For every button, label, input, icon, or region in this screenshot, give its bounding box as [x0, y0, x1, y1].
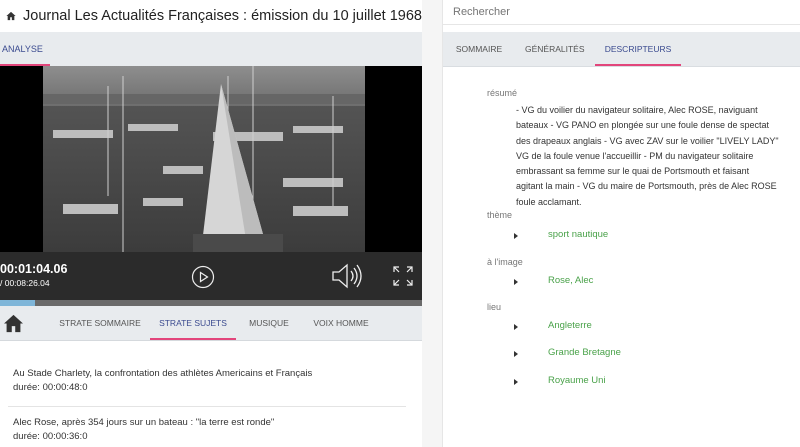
resume-text: - VG du voilier du navigateur solitaire,… [516, 103, 800, 210]
lieu-label: lieu [487, 302, 502, 312]
bullet-icon [514, 379, 518, 385]
image-label: à l'image [487, 257, 523, 267]
right-panel: SOMMAIRE GÉNÉRALITÉS DESCRIPTEURS résumé… [442, 0, 800, 447]
term-link[interactable]: Royaume Uni [548, 375, 606, 386]
tab-sommaire[interactable]: SOMMAIRE [451, 32, 507, 66]
divider [8, 406, 406, 407]
tab-strate-sujets[interactable]: STRATE SUJETS [150, 306, 236, 340]
tab-analyse[interactable]: ANALYSE [0, 32, 50, 66]
video-frame [43, 66, 365, 252]
resume-label: résumé [487, 88, 518, 98]
theme-label: thème [487, 210, 513, 220]
volume-icon[interactable] [331, 262, 365, 290]
term-link[interactable]: sport nautique [548, 229, 608, 240]
tab-musique[interactable]: MUSIQUE [245, 306, 293, 340]
strate-tab-bar: STRATE SOMMAIRE STRATE SUJETS MUSIQUE VO… [0, 306, 422, 341]
page-title: Journal Les Actualités Françaises : émis… [23, 8, 422, 24]
resume-line: bateaux - VG PANO en plongée sur une fou… [516, 120, 769, 131]
search-bar [443, 0, 800, 25]
tab-generalites[interactable]: GÉNÉRALITÉS [525, 32, 585, 66]
current-time: 00:01:04.06 [0, 262, 68, 276]
list-item[interactable]: Au Stade Charlety, la confrontation des … [13, 368, 312, 393]
tab-descripteurs[interactable]: DESCRIPTEURS [595, 32, 681, 66]
title-bar: Journal Les Actualités Françaises : émis… [0, 0, 422, 32]
resume-line: VG de la foule venue l'accueillir - PM d… [516, 150, 754, 161]
subject-duration: durée: 00:00:36:0 [13, 431, 88, 442]
left-tab-bar: ANALYSE [0, 32, 422, 67]
resume-line: agitant la main - VG du maire de Portsmo… [516, 181, 777, 192]
panel-gutter [422, 0, 442, 447]
bullet-icon [514, 233, 518, 239]
resume-line: - VG du voilier du navigateur solitaire,… [516, 105, 758, 115]
bullet-icon [514, 351, 518, 357]
resume-line: embrassant sa femme sur le quai de Ports… [516, 166, 750, 177]
left-panel: Journal Les Actualités Françaises : émis… [0, 0, 422, 447]
resume-line: foule acclamant. [516, 196, 582, 207]
term-link[interactable]: Angleterre [548, 320, 592, 331]
term-link[interactable]: Grande Bretagne [548, 347, 621, 358]
play-icon[interactable] [191, 265, 215, 289]
right-tab-bar: SOMMAIRE GÉNÉRALITÉS DESCRIPTEURS [443, 32, 800, 67]
player-controls: 00:01:04.06 / 00:08:26.04 [0, 252, 422, 300]
fullscreen-icon[interactable] [392, 265, 414, 287]
bullet-icon [514, 324, 518, 330]
bullet-icon [514, 279, 518, 285]
home-icon[interactable] [6, 5, 16, 27]
video-player[interactable] [0, 66, 422, 252]
search-input[interactable] [451, 5, 755, 19]
total-time: / 00:08:26.04 [0, 278, 50, 288]
tab-voix-homme[interactable]: VOIX HOMME [306, 306, 376, 340]
tab-strate-sommaire[interactable]: STRATE SOMMAIRE [58, 306, 142, 340]
subject-title: Alec Rose, après 354 jours sur un bateau… [13, 417, 275, 428]
subject-duration: durée: 00:00:48:0 [13, 382, 88, 393]
list-item[interactable]: Alec Rose, après 354 jours sur un bateau… [13, 417, 274, 442]
resume-line: des drapeaux anglais - VG avec ZAV sur l… [516, 135, 779, 146]
term-link[interactable]: Rose, Alec [548, 275, 593, 286]
home-icon[interactable] [3, 314, 24, 333]
subject-title: Au Stade Charlety, la confrontation des … [13, 368, 313, 379]
